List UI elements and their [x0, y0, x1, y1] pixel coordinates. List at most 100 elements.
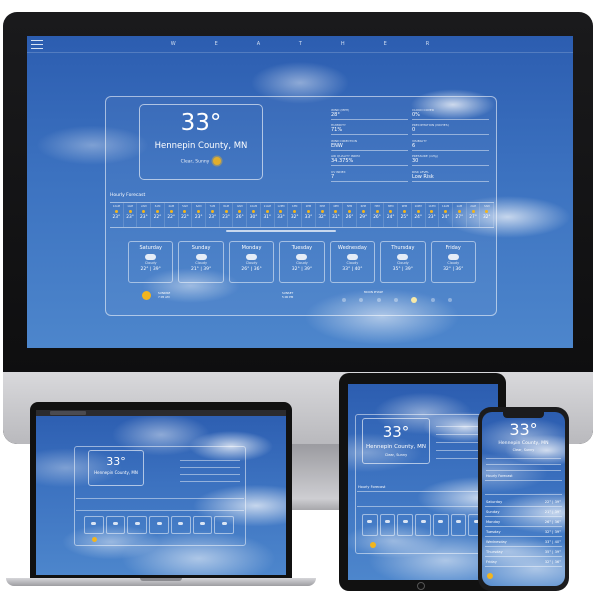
- hourly-scrollbar[interactable]: [226, 230, 336, 232]
- phone-daily-day: Thursday: [486, 550, 503, 554]
- daily-forecast-card[interactable]: Wednesday Cloudy 33° | 40°: [329, 241, 376, 283]
- moon-phase-icon: [376, 298, 381, 302]
- hourly-cell: 2AM 23°: [137, 203, 152, 227]
- hourly-temp: 23°: [428, 215, 436, 220]
- mini-daily-card: [450, 514, 467, 536]
- daily-forecast-card[interactable]: Sunday Cloudy 21° | 39°: [178, 241, 224, 283]
- daily-forecast-card[interactable]: Tuesday Cloudy 32° | 39°: [279, 241, 325, 283]
- mini-daily-card: [105, 516, 126, 534]
- daily-range: 26° | 36°: [241, 267, 262, 272]
- hourly-cell: 1PM 32°: [288, 203, 303, 227]
- daily-condition: Cloudy: [396, 261, 409, 265]
- stat-label: WIND DIRECTION: [331, 138, 357, 143]
- stat-label: PRESSURE (inHg): [412, 154, 438, 159]
- daily-forecast-card[interactable]: Thursday Cloudy 35° | 39°: [380, 241, 426, 283]
- hourly-cell: 3AM 32°: [480, 203, 495, 227]
- daily-range: 35° | 39°: [392, 267, 413, 272]
- daily-range: 22° | 39°: [140, 267, 161, 272]
- sun-icon: [238, 210, 242, 213]
- hourly-time: 12PM: [277, 205, 285, 208]
- phone-daily-row: Sunday 21° | 39°: [485, 509, 562, 517]
- hourly-temp: 26°: [373, 215, 381, 220]
- cloud-icon: [455, 520, 461, 523]
- tablet-home-button[interactable]: [417, 582, 425, 590]
- phone-daily-row: Friday 32° | 36°: [485, 559, 562, 567]
- device-mockup-stage: WEATHER 33° Hennepin County, MN Clear, S…: [0, 0, 600, 600]
- stat-value: ENW: [331, 143, 408, 151]
- hourly-cell: 5AM 22°: [179, 203, 193, 227]
- laptop-stat-line: [180, 460, 240, 461]
- hourly-time: 8AM: [223, 205, 229, 208]
- hourly-cell: 1AM 27°: [453, 203, 467, 227]
- mini-daily-card: [214, 516, 235, 534]
- phone-daily-row: Monday 26° | 36°: [485, 519, 562, 527]
- hourly-cell: 12AM 24°: [439, 203, 453, 227]
- moon-phase-track: [342, 297, 452, 303]
- hourly-time: 10PM: [414, 205, 422, 208]
- daily-range: 21° | 39°: [190, 267, 212, 272]
- hourly-cell: 10AM 30°: [247, 203, 261, 227]
- hourly-cell: 10PM 24°: [412, 203, 426, 227]
- phone-daily-day: Friday: [486, 560, 497, 564]
- phone-daily-day: Sunday: [486, 510, 500, 514]
- cloud-icon: [221, 522, 227, 525]
- stat-label: PRECIPITATION (INCHES): [412, 123, 449, 128]
- hourly-temp: 30°: [249, 215, 258, 220]
- cloud-icon: [246, 254, 258, 260]
- moon-phase-icon: [342, 298, 346, 302]
- hourly-cell: 2AM 27°: [467, 203, 481, 227]
- stat-item: WIND (MPH) 28°: [331, 108, 408, 122]
- daily-forecast-card[interactable]: Monday Cloudy 26° | 36°: [228, 241, 275, 283]
- mini-daily-card: [170, 516, 191, 534]
- phone-daily-day: Monday: [486, 520, 501, 524]
- hourly-time: 3PM: [319, 205, 325, 208]
- phone-stat-line: [486, 464, 561, 465]
- current-weather-card: 33° Hennepin County, MN Clear, Sunny: [139, 104, 263, 180]
- hourly-time: 4AM: [168, 205, 175, 208]
- mini-daily-card: [362, 514, 378, 536]
- hourly-time: 5PM: [346, 205, 353, 208]
- moon-phase-label: MOON PHASE: [364, 290, 384, 294]
- stat-label: AIR QUALITY INDEX: [331, 154, 361, 159]
- hourly-cell: 5PM 26°: [343, 203, 357, 227]
- laptop-weather-app: 33° Hennepin County, MN: [36, 410, 286, 575]
- daily-forecast-card[interactable]: Friday Cloudy 32° | 36°: [430, 241, 476, 283]
- hourly-temp: 32°: [290, 215, 299, 220]
- hourly-temp: 32°: [482, 215, 491, 220]
- daily-forecast-card[interactable]: Saturday Cloudy 22° | 39°: [128, 241, 174, 283]
- daily-range: 32° | 39°: [291, 267, 313, 272]
- hourly-temp: 31°: [332, 215, 340, 220]
- sunset-time: 5:00 PM: [282, 295, 294, 300]
- hourly-time: 12AM: [441, 205, 450, 208]
- phone-weather-app: 33° Hennepin County, MN Clear, Sunny Hou…: [482, 412, 565, 586]
- hourly-temp: 31°: [263, 215, 272, 220]
- browser-tab[interactable]: [50, 411, 86, 415]
- hourly-temp: 23°: [139, 215, 148, 220]
- weather-dashboard-panel: 33° Hennepin County, MN Clear, Sunny WIN…: [105, 96, 497, 316]
- sun-icon: [375, 210, 379, 213]
- hourly-forecast-strip[interactable]: 12AM 23° 1AM 23° 2AM 23° 3AM 22° 4AM 22° 5AM 22° 6AM…: [110, 202, 495, 228]
- moon-phase-icon: [447, 298, 452, 302]
- daily-day: Tuesday: [291, 245, 313, 251]
- laptop-sunrise-icon: [92, 537, 97, 542]
- hourly-cell: 4PM 31°: [330, 203, 344, 227]
- tablet-weather-app: 33° Hennepin County, MN Clear, Sunny Hou…: [348, 384, 498, 580]
- stat-label: CLOUD COVER: [412, 108, 434, 112]
- phone-hourly-bottom: [485, 494, 562, 495]
- cloud-icon: [195, 254, 207, 260]
- cloud-icon: [91, 522, 97, 525]
- tablet-daily-row: [362, 514, 485, 536]
- stat-value: 7: [331, 174, 408, 182]
- sun-icon: [402, 210, 406, 213]
- cloud-icon: [397, 254, 409, 260]
- laptop-current-weather-card: 33° Hennepin County, MN: [88, 450, 144, 486]
- sun-icon: [320, 210, 324, 213]
- hourly-temp: 27°: [455, 215, 464, 220]
- tablet-hourly-bottom: [357, 506, 489, 507]
- daily-condition: Cloudy: [346, 261, 359, 265]
- sunrise-info: SUNRISE 7:05 AM: [158, 291, 170, 299]
- current-condition: Clear, Sunny: [180, 159, 210, 165]
- sun-icon: [114, 210, 118, 213]
- stat-value: Low Risk: [412, 174, 489, 182]
- hourly-temp: 33°: [304, 215, 313, 220]
